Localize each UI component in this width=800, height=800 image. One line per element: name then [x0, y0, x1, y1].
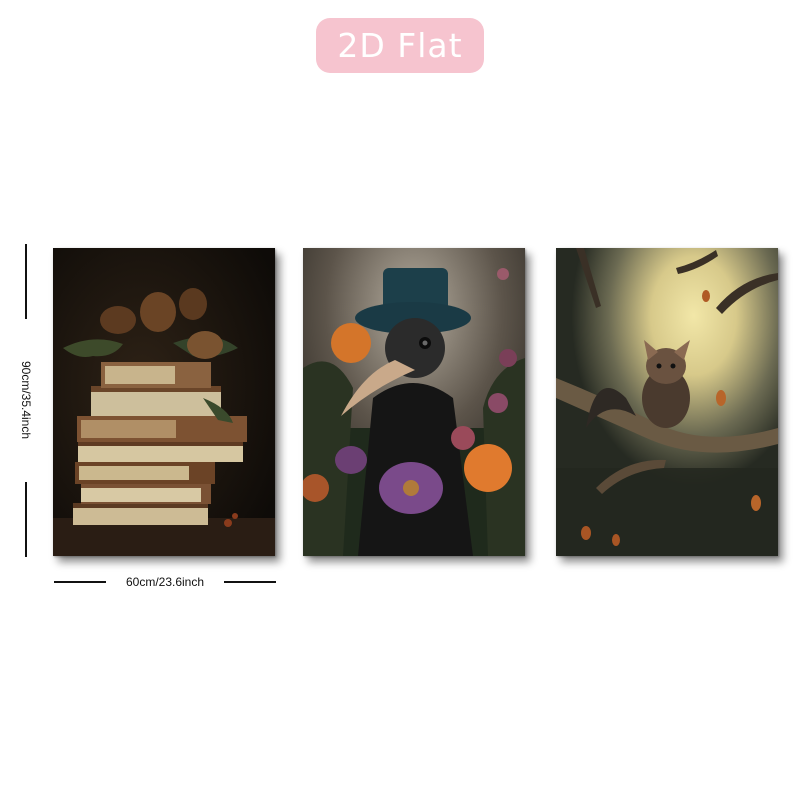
- width-dimension-line-left: [54, 581, 106, 583]
- books-painting: [53, 248, 275, 556]
- height-dimension-line-top: [25, 244, 27, 319]
- plague-doctor-painting: [303, 248, 525, 556]
- canvas-panel-plague-doctor: [303, 248, 525, 556]
- format-badge: 2D Flat: [316, 18, 484, 73]
- width-dimension-line-right: [224, 581, 276, 583]
- height-dimension-label: 90cm/35.4inch: [19, 360, 33, 440]
- canvas-panel-bat: [556, 248, 778, 556]
- canvas-panel-books: [53, 248, 275, 556]
- bat-painting: [556, 248, 778, 556]
- width-dimension-label: 60cm/23.6inch: [125, 575, 205, 589]
- height-dimension-line-bottom: [25, 482, 27, 557]
